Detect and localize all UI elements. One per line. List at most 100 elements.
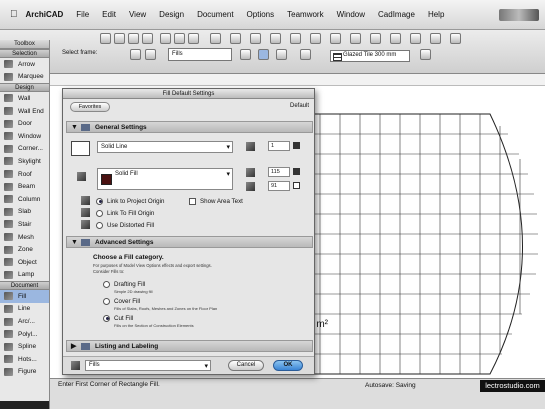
tool-zone[interactable]: Zone [0, 243, 49, 256]
menu-cadimage[interactable]: CadImage [378, 10, 415, 19]
radio-button[interactable] [103, 314, 110, 322]
line-pen-field[interactable]: 1 [268, 141, 290, 151]
tool-door[interactable]: Door [0, 117, 49, 130]
toolbar-icon-10[interactable] [250, 33, 261, 44]
tool-skylight[interactable]: Skylight [0, 155, 49, 168]
tool-fill[interactable]: Fill [0, 290, 49, 303]
tool-arc[interactable]: Arc/... [0, 315, 49, 328]
cancel-button[interactable]: Cancel [228, 360, 264, 371]
toolbar-icon-8[interactable] [210, 33, 221, 44]
toolbar-icon-2[interactable] [114, 33, 125, 44]
menu-archicad[interactable]: ArchiCAD [26, 10, 64, 19]
toolbar-icon-4[interactable] [142, 33, 153, 44]
tool-roof[interactable]: Roof [0, 168, 49, 181]
advanced-settings-header[interactable]: ▼ Advanced Settings [66, 236, 313, 248]
tool-arrow[interactable]: Arrow [0, 58, 49, 71]
menu-edit[interactable]: Edit [102, 10, 116, 19]
checkbox[interactable] [189, 197, 196, 205]
menu-help[interactable]: Help [428, 10, 444, 19]
tool-mesh[interactable]: Mesh [0, 231, 49, 244]
tool-marquee[interactable]: Marquee [0, 71, 49, 84]
tool-figure[interactable]: Figure [0, 366, 49, 379]
disclosure-triangle-icon[interactable]: ▶ [71, 341, 76, 352]
toolbar-icon-15[interactable] [350, 33, 361, 44]
fill-color-swatch [101, 174, 112, 185]
fill-pattern-select[interactable]: Glazed Tile 300 mm [330, 50, 410, 62]
tool-polyline[interactable]: Polyl... [0, 328, 49, 341]
tool-wall-end[interactable]: Wall End [0, 105, 49, 118]
tool-hotspot[interactable]: Hots... [0, 353, 49, 366]
tool-column[interactable]: Column [0, 193, 49, 206]
toolbar-icon-7[interactable] [188, 33, 199, 44]
radio-button[interactable] [103, 297, 110, 305]
toolbar-icon-5[interactable] [160, 33, 171, 44]
toolbar-icon-11[interactable] [270, 33, 281, 44]
rectangle-method-icon[interactable] [258, 49, 269, 60]
general-settings-header[interactable]: ▼ General Settings [66, 121, 313, 133]
background-pen-icon[interactable] [420, 49, 431, 60]
layer-select[interactable]: Fills [85, 360, 211, 371]
toolbar-icon-6[interactable] [174, 33, 185, 44]
toolbar-icon-3[interactable] [128, 33, 139, 44]
link-project-origin-radio[interactable]: Link to Project Origin [96, 196, 164, 206]
listing-labeling-header[interactable]: ▶ Listing and Labeling [66, 340, 313, 352]
tool-lamp[interactable]: Lamp [0, 269, 49, 282]
radio-button[interactable] [103, 280, 110, 288]
toolbar-icon-9[interactable] [230, 33, 241, 44]
tool-wall[interactable]: Wall [0, 92, 49, 105]
toolbar-icon-1[interactable] [100, 33, 111, 44]
tool-corner-window[interactable]: Corner... [0, 143, 49, 156]
line-type-select[interactable]: Solid Line [97, 141, 233, 153]
toolbar-icon-16[interactable] [370, 33, 381, 44]
fill-pen-icon[interactable] [300, 49, 311, 60]
link-fill-origin-radio[interactable]: Link To Fill Origin [96, 208, 154, 218]
tool-stair[interactable]: Stair [0, 218, 49, 231]
background-pen-swatch[interactable] [293, 182, 300, 189]
menu-options[interactable]: Options [247, 10, 275, 19]
show-area-text-checkbox[interactable]: Show Area Text [189, 196, 243, 206]
radio-button[interactable] [96, 209, 103, 217]
tool-line[interactable]: Line [0, 303, 49, 316]
toolbar-icon-14[interactable] [330, 33, 341, 44]
tool-beam[interactable]: Beam [0, 180, 49, 193]
ok-button[interactable]: OK [273, 360, 303, 371]
tool-object[interactable]: Object [0, 256, 49, 269]
use-distorted-fill-radio[interactable]: Use Distorted Fill [96, 220, 154, 230]
toolbar-icon-12[interactable] [290, 33, 301, 44]
line-pen-swatch[interactable] [293, 142, 300, 149]
menu-file[interactable]: File [76, 10, 89, 19]
fill-layer-select[interactable]: Fills [168, 48, 232, 61]
tool-spline[interactable]: Spline [0, 340, 49, 353]
pencil-icon[interactable] [145, 49, 156, 60]
toolbar-icon-19[interactable] [430, 33, 441, 44]
radio-button[interactable] [96, 197, 103, 205]
favorites-button[interactable]: Favorites [70, 102, 110, 112]
tool-slab[interactable]: Slab [0, 206, 49, 219]
polygon-method-icon[interactable] [276, 49, 287, 60]
tool-window[interactable]: Window [0, 130, 49, 143]
corner-window-icon [4, 144, 13, 153]
menu-view[interactable]: View [129, 10, 146, 19]
cut-fill-radio[interactable]: Cut Fill [103, 313, 133, 323]
background-pen-field[interactable]: 91 [268, 181, 290, 191]
fill-pen-field[interactable]: 115 [268, 167, 290, 177]
disclosure-triangle-icon[interactable]: ▼ [71, 237, 78, 248]
menu-design[interactable]: Design [159, 10, 184, 19]
toolbar-icon-20[interactable] [450, 33, 461, 44]
listing-labeling-label: Listing and Labeling [95, 343, 159, 350]
disclosure-triangle-icon[interactable]: ▼ [71, 122, 78, 133]
menu-teamwork[interactable]: Teamwork [287, 10, 323, 19]
toolbar-icon-18[interactable] [410, 33, 421, 44]
menu-document[interactable]: Document [197, 10, 233, 19]
drafting-fill-radio[interactable]: Drafting Fill [103, 279, 145, 289]
fill-pen-swatch[interactable] [293, 168, 300, 175]
cover-fill-radio[interactable]: Cover Fill [103, 296, 140, 306]
apple-menu-icon[interactable]:  [10, 9, 18, 20]
pen-icon[interactable] [130, 49, 141, 60]
menu-window[interactable]: Window [337, 10, 365, 19]
toolbar-icon-17[interactable] [390, 33, 401, 44]
radio-button[interactable] [96, 221, 103, 229]
fill-type-select[interactable]: Solid Fill [97, 168, 233, 190]
fill-type-icon[interactable] [240, 49, 251, 60]
toolbar-icon-13[interactable] [310, 33, 321, 44]
